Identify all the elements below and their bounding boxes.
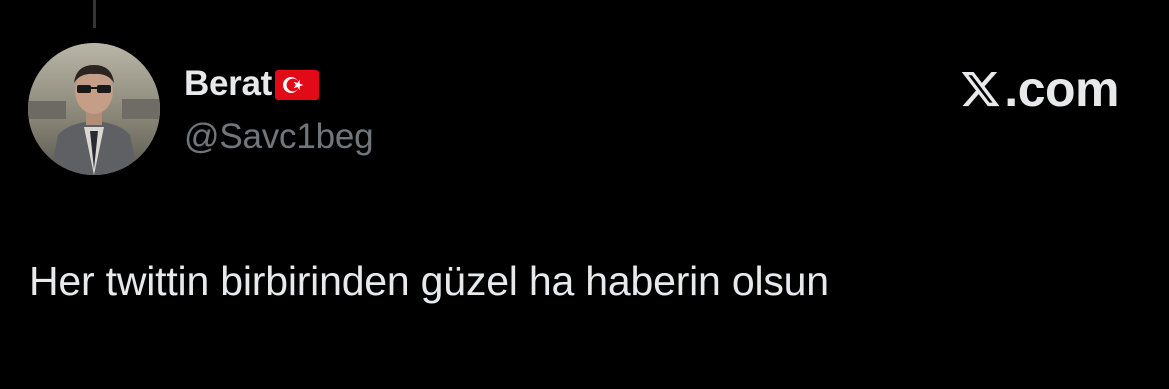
author-display-name[interactable]: Berat xyxy=(184,64,272,104)
tweet-text: Her twittin birbirinden güzel ha haberin… xyxy=(29,258,829,304)
x-logo-icon xyxy=(961,71,1000,107)
avatar[interactable] xyxy=(28,43,160,175)
author-handle[interactable]: @Savc1beg xyxy=(184,117,374,157)
x-brand-watermark: .com xyxy=(958,64,1119,114)
turkey-flag-icon xyxy=(274,70,319,100)
thread-connector-line xyxy=(93,0,96,28)
profile-photo-avatar xyxy=(28,43,160,175)
author-name-row[interactable]: Berat xyxy=(184,62,319,106)
brand-domain-text: .com xyxy=(1004,61,1119,117)
